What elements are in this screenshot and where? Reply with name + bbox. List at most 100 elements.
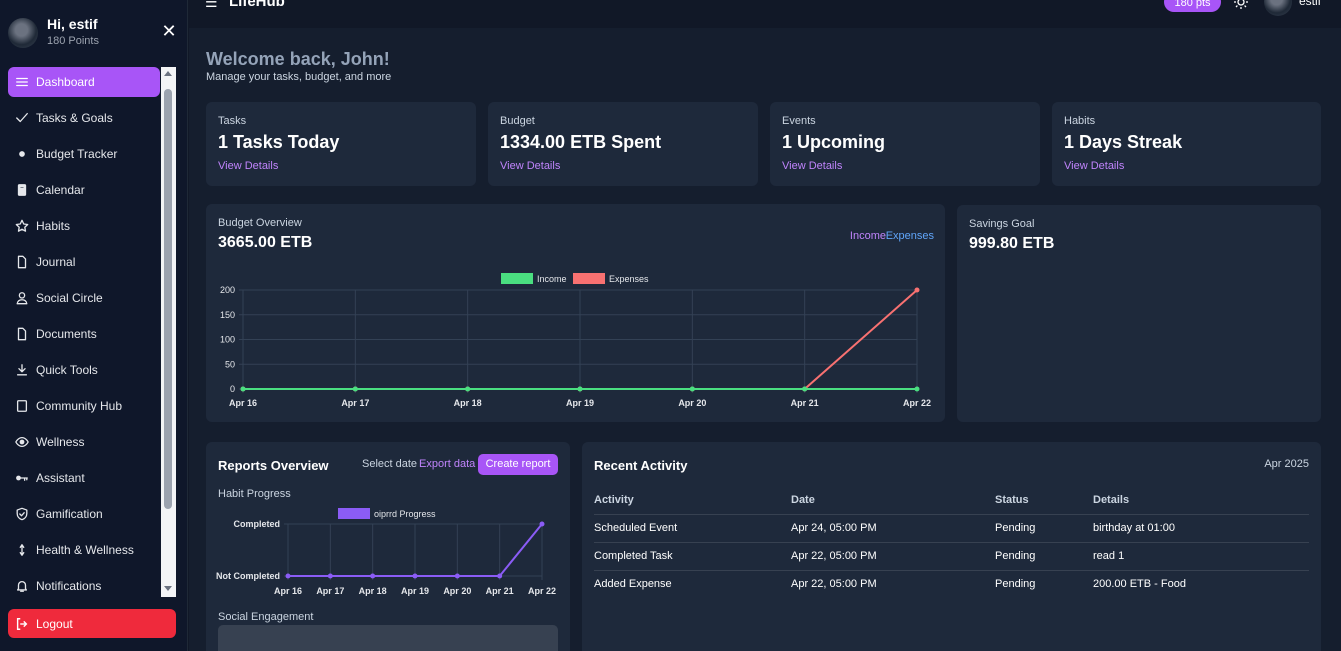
stat-value: 1 Upcoming [782, 132, 886, 152]
data-point [240, 386, 246, 392]
data-point [370, 573, 376, 579]
data-point [327, 573, 333, 579]
top-bar: ☰ LifeHub 180 pts estif [189, 0, 1341, 28]
y-tick-label: Completed [233, 519, 280, 529]
stat-label: Budget [500, 115, 535, 127]
sidebar-item-label: Health & Wellness [36, 543, 134, 557]
sidebar-item-calendar[interactable]: Calendar [8, 175, 160, 205]
y-tick-label: 0 [230, 384, 235, 394]
table-row[interactable]: Added Expense Apr 22, 05:00 PM Pending 2… [594, 570, 1309, 598]
habit-chart: Apr 16 Apr 17 Apr 18 Apr 19 Apr 20 Apr 21 Apr … [216, 508, 556, 596]
x-tick-label: Apr 20 [678, 398, 706, 408]
scroll-down-icon[interactable] [164, 586, 172, 591]
check-icon [15, 111, 29, 125]
page-title: Welcome back, John! [206, 49, 390, 69]
app-title: LifeHub [229, 0, 285, 10]
view-details-link[interactable]: View Details [782, 160, 842, 172]
sidebar-header: Hi, estif 180 Points ✕ [8, 12, 180, 52]
table-row[interactable]: Scheduled Event Apr 24, 05:00 PM Pending… [594, 514, 1309, 543]
stat-card-habits: Habits 1 Days Streak View Details [1052, 102, 1321, 186]
sidebar-item-quick-tools[interactable]: Quick Tools [8, 355, 160, 385]
sidebar-item-gamification[interactable]: Gamification [8, 499, 160, 529]
x-tick-label: Apr 22 [903, 398, 931, 408]
logout-icon [15, 617, 29, 631]
hamburger-icon[interactable]: ☰ [205, 0, 218, 11]
sidebar-item-documents[interactable]: Documents [8, 319, 160, 349]
stat-value: 1 Days Streak [1064, 132, 1183, 152]
page-subtitle: Manage your tasks, budget, and more [206, 71, 392, 83]
download-icon [15, 363, 29, 377]
user-name[interactable]: estif [1299, 0, 1321, 8]
sidebar-item-journal[interactable]: Journal [8, 247, 160, 277]
stat-card-events: Events 1 Upcoming View Details [770, 102, 1040, 186]
sidebar-item-budget-tracker[interactable]: Budget Tracker [8, 139, 160, 169]
sidebar-item-dashboard[interactable]: Dashboard [8, 67, 160, 97]
file-icon [15, 255, 29, 269]
bell-icon [15, 579, 29, 593]
avatar[interactable] [1264, 0, 1292, 16]
logout-button[interactable]: Logout [8, 609, 176, 638]
x-tick-label: Apr 16 [229, 398, 257, 408]
sidebar-item-label: Habits [36, 219, 71, 233]
sidebar-item-tasks-goals[interactable]: Tasks & Goals [8, 103, 160, 133]
budget-chart: 0 50 100 150 200 Apr 16 Apr 17 Apr 18 Apr 19 Apr … [220, 273, 931, 408]
data-point [802, 386, 808, 392]
data-point [352, 386, 358, 392]
stat-card-budget: Budget 1334.00 ETB Spent View Details [488, 102, 758, 186]
column-header: Status [995, 487, 1093, 515]
view-details-link[interactable]: View Details [218, 160, 278, 172]
sidebar-item-habits[interactable]: Habits [8, 211, 160, 241]
sidebar-item-notifications[interactable]: Notifications [8, 571, 160, 601]
y-tick-label: 100 [220, 335, 235, 345]
user-icon [15, 291, 29, 305]
sun-icon[interactable] [1233, 0, 1249, 10]
data-point [689, 386, 695, 392]
legend-swatch [573, 273, 605, 284]
close-icon[interactable]: ✕ [160, 22, 178, 40]
x-tick-label: Apr 20 [443, 586, 471, 596]
details-cell: birthday at 01:00 [1093, 514, 1309, 543]
table-row[interactable]: Completed Task Apr 22, 05:00 PM Pending … [594, 542, 1309, 571]
activity-month: Apr 2025 [1264, 458, 1309, 470]
document-icon [15, 327, 29, 341]
sidebar-item-label: Community Hub [36, 399, 123, 413]
data-point [454, 573, 460, 579]
activity-cell: Completed Task [594, 542, 791, 571]
pulse-icon [15, 543, 29, 557]
x-tick-label: Apr 18 [454, 398, 482, 408]
main-content: Welcome back, John! Manage your tasks, b… [189, 28, 1341, 651]
menu-icon [15, 75, 29, 89]
data-point [412, 573, 418, 579]
sidebar-item-assistant[interactable]: Assistant [8, 463, 160, 493]
legend-label: oiprrd Progress [374, 509, 436, 519]
user-greeting: Hi, estif [47, 16, 98, 32]
x-tick-label: Apr 22 [528, 586, 556, 596]
status-badge: Pending [995, 542, 1093, 571]
points-badge: 180 pts [1164, 0, 1221, 12]
data-point [465, 386, 471, 392]
view-details-link[interactable]: View Details [1064, 160, 1124, 172]
data-point [497, 573, 503, 579]
details-cell: 200.00 ETB - Food [1093, 578, 1186, 591]
details-cell: read 1 [1093, 542, 1309, 571]
social-engagement-label: Social Engagement [218, 611, 314, 623]
sidebar-item-wellness[interactable]: Wellness [8, 427, 160, 457]
scroll-up-icon[interactable] [164, 71, 172, 76]
sidebar-item-social-circle[interactable]: Social Circle [8, 283, 160, 313]
legend-swatch [338, 508, 370, 519]
recent-activity-card: Recent Activity Apr 2025 Activity Date S… [582, 442, 1321, 651]
sidebar-item-community-hub[interactable]: Community Hub [8, 391, 160, 421]
legend-label: Income [537, 274, 567, 284]
sidebar-item-health-wellness[interactable]: Health & Wellness [8, 535, 160, 565]
y-tick-label: 150 [220, 310, 235, 320]
avatar[interactable] [8, 18, 38, 48]
user-points: 180 Points [47, 35, 99, 47]
column-header: Details [1093, 487, 1309, 515]
view-details-link[interactable]: View Details [500, 160, 560, 172]
sidebar-scrollbar[interactable] [161, 67, 176, 597]
data-point [539, 521, 545, 527]
scrollbar-thumb[interactable] [164, 89, 172, 509]
square-icon [15, 399, 29, 413]
x-tick-label: Apr 19 [401, 586, 429, 596]
stat-label: Habits [1064, 115, 1096, 127]
